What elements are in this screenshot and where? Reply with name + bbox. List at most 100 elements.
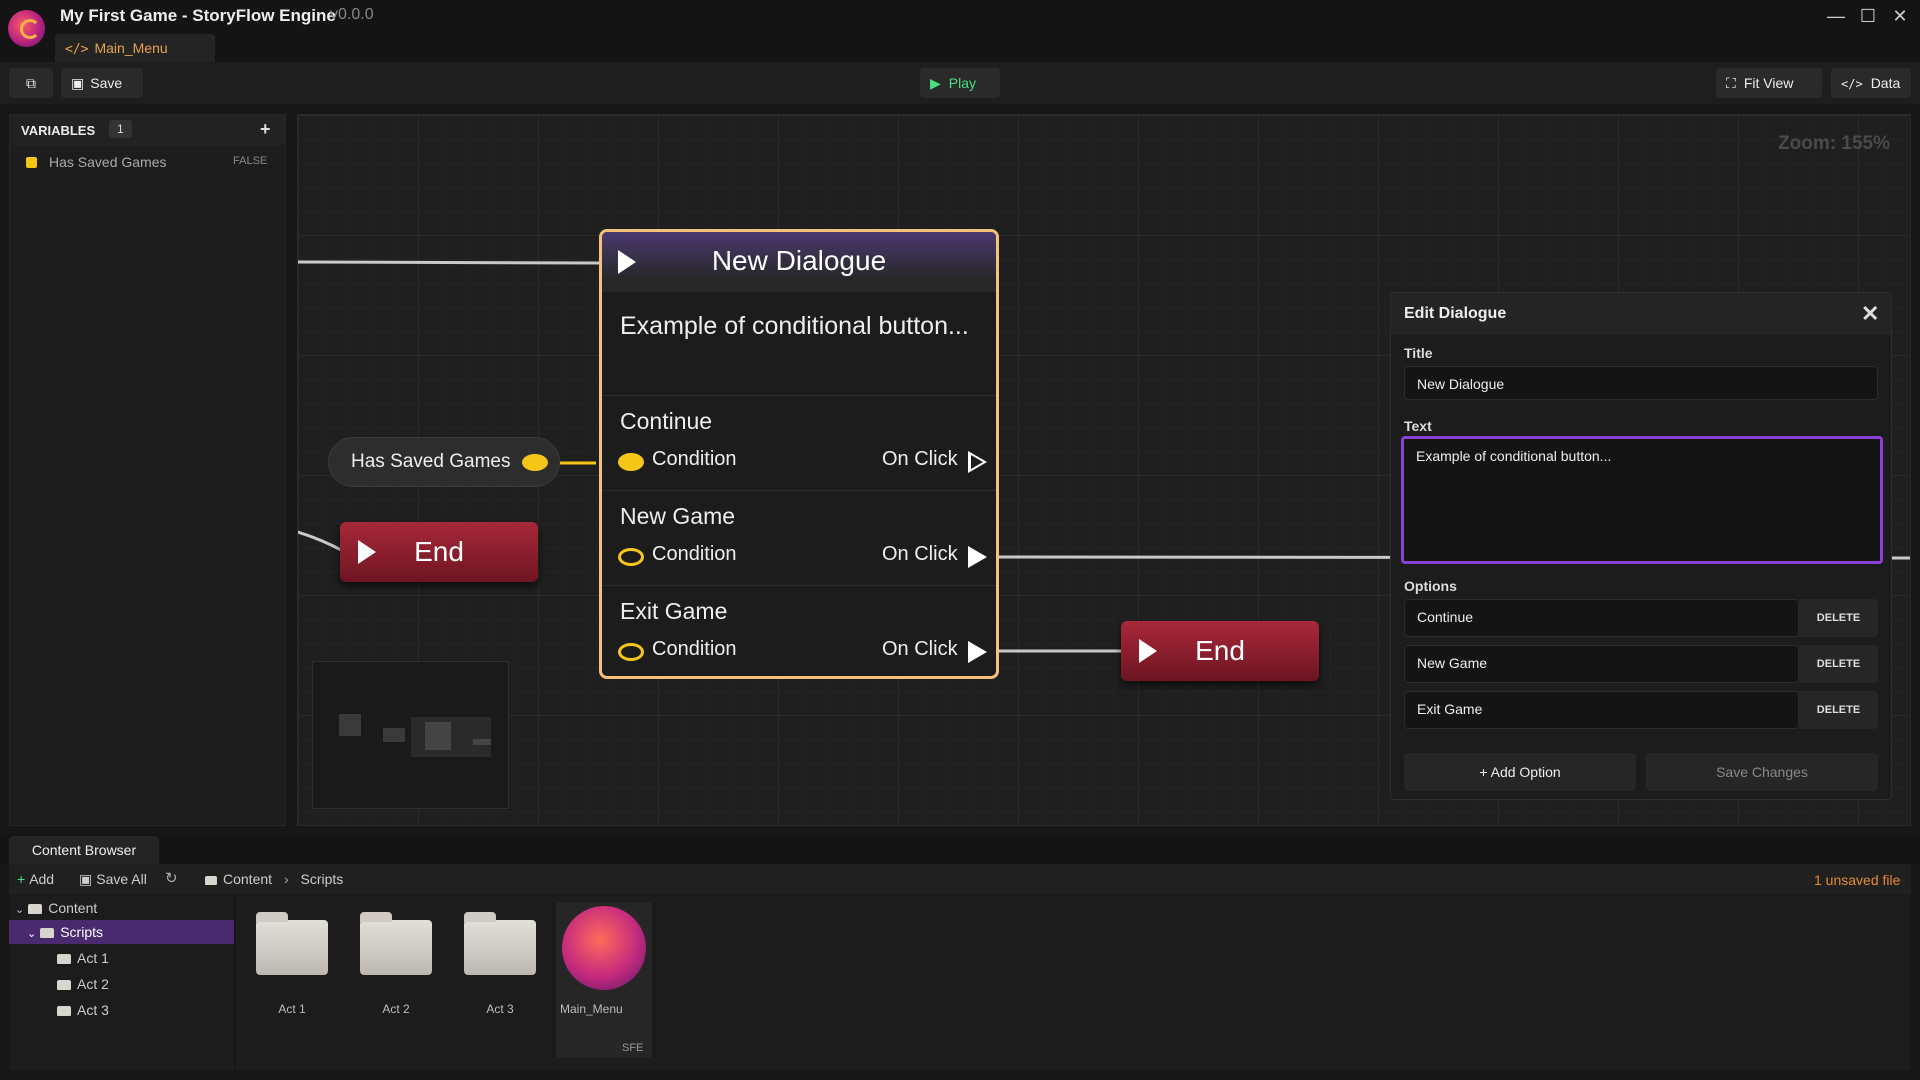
add-option-button[interactable]: + Add Option bbox=[1404, 753, 1636, 791]
file-name: Act 1 bbox=[244, 1002, 340, 1016]
on-click-label: On Click bbox=[882, 638, 958, 661]
condition-pin-icon[interactable] bbox=[618, 643, 644, 661]
dialogue-option: Continue Condition On Click bbox=[602, 395, 996, 490]
storyflow-script-icon bbox=[562, 906, 646, 990]
delete-option-button[interactable]: DELETE bbox=[1799, 599, 1878, 637]
file-name: Act 3 bbox=[452, 1002, 548, 1016]
fit-view-button[interactable]: ⛶Fit View bbox=[1716, 68, 1822, 98]
dialogue-node-header: New Dialogue bbox=[602, 232, 996, 292]
close-icon[interactable]: ✕ bbox=[1861, 301, 1879, 327]
folder-icon bbox=[57, 980, 71, 990]
content-browser-toolbar: +Add ▣Save All ↻ Content › Scripts 1 uns… bbox=[9, 864, 1911, 894]
on-click-output-pin-icon[interactable] bbox=[968, 641, 987, 663]
variable-node[interactable]: Has Saved Games bbox=[328, 437, 560, 487]
edit-dialogue-header: Edit Dialogue ✕ bbox=[1391, 293, 1891, 335]
boolean-type-icon bbox=[26, 157, 37, 168]
option-input[interactable]: Continue bbox=[1404, 599, 1799, 637]
play-input-pin-icon[interactable] bbox=[358, 540, 376, 564]
open-folder-button[interactable]: ⧉ bbox=[9, 68, 53, 98]
minimize-icon[interactable]: — bbox=[1821, 4, 1851, 28]
folder-tree: ⌄Content ⌄Scripts Act 1 Act 2 Act 3 bbox=[9, 894, 234, 1070]
save-all-icon: ▣ bbox=[79, 871, 92, 887]
app-title: My First Game - StoryFlow Engine bbox=[60, 6, 336, 26]
folder-icon bbox=[464, 920, 536, 975]
refresh-icon[interactable]: ↻ bbox=[165, 869, 178, 887]
title-input[interactable]: New Dialogue bbox=[1404, 366, 1878, 400]
tab-label: Main_Menu bbox=[94, 40, 167, 56]
variable-name: Has Saved Games bbox=[49, 154, 167, 170]
toolbar: ⧉ ▣Save ▶Play ⛶Fit View </>Data bbox=[0, 62, 1920, 104]
option-input[interactable]: New Game bbox=[1404, 645, 1799, 683]
edit-dialogue-panel: Edit Dialogue ✕ Title New Dialogue Text … bbox=[1390, 292, 1892, 800]
breadcrumb: Content › Scripts bbox=[205, 871, 343, 887]
code-icon: </> bbox=[65, 42, 88, 57]
tab-main-menu[interactable]: </> Main_Menu bbox=[55, 34, 215, 62]
folder-icon bbox=[57, 1006, 71, 1016]
folder-icon bbox=[256, 920, 328, 975]
folder-item[interactable]: Act 3 bbox=[452, 902, 548, 1058]
option-label: New Game bbox=[620, 503, 735, 530]
folder-item[interactable]: Act 2 bbox=[348, 902, 444, 1058]
play-input-pin-icon[interactable] bbox=[618, 250, 636, 274]
on-click-output-pin-icon[interactable] bbox=[968, 451, 987, 473]
condition-label: Condition bbox=[652, 448, 737, 471]
variable-value[interactable]: FALSE bbox=[233, 155, 267, 167]
chevron-down-icon: ⌄ bbox=[27, 928, 36, 940]
tree-item-act-1[interactable]: Act 1 bbox=[9, 946, 234, 970]
fit-view-icon: ⛶ bbox=[1726, 75, 1736, 91]
save-changes-button[interactable]: Save Changes bbox=[1646, 753, 1878, 791]
unsaved-indicator: 1 unsaved file bbox=[1814, 872, 1900, 888]
folder-item[interactable]: Act 1 bbox=[244, 902, 340, 1058]
option-input[interactable]: Exit Game bbox=[1404, 691, 1799, 729]
boolean-output-pin-icon[interactable] bbox=[522, 454, 548, 471]
play-icon: ▶ bbox=[930, 75, 941, 91]
tree-item-act-3[interactable]: Act 3 bbox=[9, 998, 234, 1022]
data-button[interactable]: </>Data bbox=[1831, 68, 1911, 98]
add-button[interactable]: +Add bbox=[17, 871, 54, 887]
minimap[interactable] bbox=[312, 661, 509, 809]
folder-search-icon: ⧉ bbox=[26, 75, 36, 91]
save-all-button[interactable]: ▣Save All bbox=[79, 871, 147, 888]
dialogue-node-text: Example of conditional button... bbox=[620, 308, 980, 344]
minimap-viewport[interactable] bbox=[411, 717, 491, 757]
code-icon: </> bbox=[1841, 77, 1863, 91]
content-browser-tabs: Content Browser bbox=[0, 834, 1920, 864]
play-input-pin-icon[interactable] bbox=[1139, 639, 1157, 663]
condition-label: Condition bbox=[652, 543, 737, 566]
delete-option-button[interactable]: DELETE bbox=[1799, 645, 1878, 683]
tree-item-content[interactable]: ⌄Content bbox=[9, 896, 234, 920]
variable-row[interactable]: Has Saved Games FALSE bbox=[10, 153, 285, 175]
tree-item-scripts[interactable]: ⌄Scripts bbox=[9, 920, 234, 944]
folder-icon bbox=[360, 920, 432, 975]
option-label: Exit Game bbox=[620, 598, 727, 625]
condition-pin-icon[interactable] bbox=[618, 548, 644, 566]
condition-pin-connected-icon[interactable] bbox=[618, 453, 644, 471]
delete-option-button[interactable]: DELETE bbox=[1799, 691, 1878, 729]
folder-icon bbox=[40, 928, 54, 938]
option-label: Continue bbox=[620, 408, 712, 435]
folder-icon bbox=[28, 904, 42, 914]
close-window-icon[interactable]: ✕ bbox=[1885, 4, 1915, 28]
file-name: Act 2 bbox=[348, 1002, 444, 1016]
tab-content-browser[interactable]: Content Browser bbox=[9, 836, 159, 864]
dialogue-node-title: New Dialogue bbox=[712, 245, 886, 276]
maximize-icon[interactable]: ☐ bbox=[1853, 4, 1883, 28]
save-icon: ▣ bbox=[71, 75, 84, 91]
text-label: Text bbox=[1404, 418, 1432, 434]
breadcrumb-content[interactable]: Content bbox=[223, 871, 272, 887]
end-node[interactable]: End bbox=[1121, 621, 1319, 681]
on-click-output-pin-icon[interactable] bbox=[968, 546, 987, 568]
app-version: v0.0.0 bbox=[330, 6, 374, 24]
text-textarea[interactable]: Example of conditional button... bbox=[1401, 436, 1883, 564]
save-button[interactable]: ▣Save bbox=[61, 68, 143, 98]
play-button[interactable]: ▶Play bbox=[920, 68, 1000, 98]
chevron-down-icon: ⌄ bbox=[15, 904, 24, 916]
tree-item-act-2[interactable]: Act 2 bbox=[9, 972, 234, 996]
variables-panel: VARIABLES 1 + Has Saved Games FALSE bbox=[9, 114, 286, 826]
end-node[interactable]: End bbox=[340, 522, 538, 582]
add-variable-button[interactable]: + bbox=[260, 119, 271, 140]
breadcrumb-scripts[interactable]: Scripts bbox=[301, 871, 344, 887]
dialogue-node[interactable]: New Dialogue Example of conditional butt… bbox=[599, 229, 999, 679]
script-file-item[interactable]: Main_Menu SFE bbox=[556, 902, 652, 1058]
folder-icon bbox=[205, 876, 217, 885]
